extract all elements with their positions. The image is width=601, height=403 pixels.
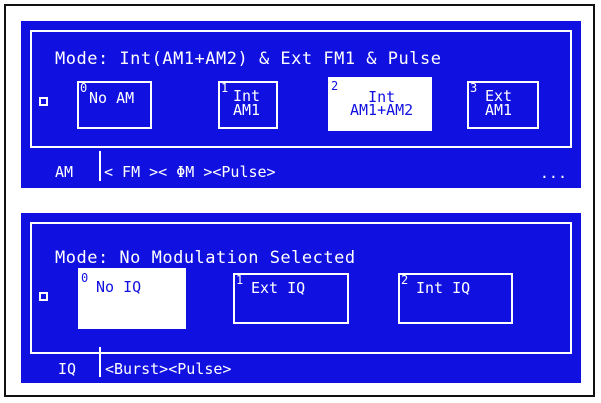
softkey-number: 1 bbox=[221, 81, 229, 95]
am-indicator-square-icon bbox=[39, 97, 48, 106]
softkey-label: Ext AM1 bbox=[485, 87, 513, 119]
am-softkey-int-am1-am2[interactable]: 2 Int AM1+AM2 bbox=[328, 77, 432, 131]
iq-softkey-int-iq[interactable]: 2 Int IQ bbox=[398, 273, 513, 324]
softkey-label: No IQ bbox=[96, 278, 142, 296]
softkey-number: 0 bbox=[81, 271, 89, 285]
iq-indicator-square-icon bbox=[39, 292, 48, 301]
iq-tab-row[interactable]: <Burst><Pulse> bbox=[105, 360, 231, 378]
iq-softkey-ext-iq[interactable]: 1 Ext IQ bbox=[233, 273, 349, 324]
am-tab-row[interactable]: < FM >< ΦM ><Pulse> bbox=[104, 163, 276, 181]
am-softkey-ext-am1[interactable]: 3 Ext AM1 bbox=[467, 81, 539, 129]
am-softkey-int-am1[interactable]: 1 Int AM1 bbox=[218, 81, 278, 129]
tab-divider bbox=[99, 151, 101, 181]
iq-mode-line: Mode: No Modulation Selected bbox=[55, 248, 356, 268]
am-modulation-screen: Mode: Int(AM1+AM2) & Ext FM1 & Pulse 0 N… bbox=[21, 21, 581, 188]
am-softkey-no-am[interactable]: 0 No AM bbox=[77, 81, 152, 129]
iq-softkey-no-iq[interactable]: 0 No IQ bbox=[78, 268, 186, 329]
softkey-label: Int AM1 bbox=[233, 87, 261, 119]
softkey-label: Int AM1+AM2 bbox=[350, 88, 414, 119]
softkey-number: 1 bbox=[236, 273, 244, 287]
am-mode-line: Mode: Int(AM1+AM2) & Ext FM1 & Pulse bbox=[55, 49, 442, 69]
softkey-number: 0 bbox=[80, 81, 88, 95]
tab-divider bbox=[99, 347, 101, 377]
softkey-label: Int IQ bbox=[416, 279, 471, 297]
softkey-number: 2 bbox=[331, 79, 339, 93]
softkey-label: No AM bbox=[89, 89, 135, 107]
iq-current-tab: IQ bbox=[58, 360, 77, 378]
softkey-label: Ext IQ bbox=[251, 279, 306, 297]
softkey-number: 3 bbox=[470, 81, 478, 95]
am-current-tab: AM bbox=[55, 163, 74, 181]
softkey-number: 2 bbox=[401, 273, 409, 287]
more-tabs-indicator[interactable]: ... bbox=[540, 164, 567, 182]
iq-modulation-screen: Mode: No Modulation Selected 0 No IQ 1 E… bbox=[21, 213, 581, 383]
